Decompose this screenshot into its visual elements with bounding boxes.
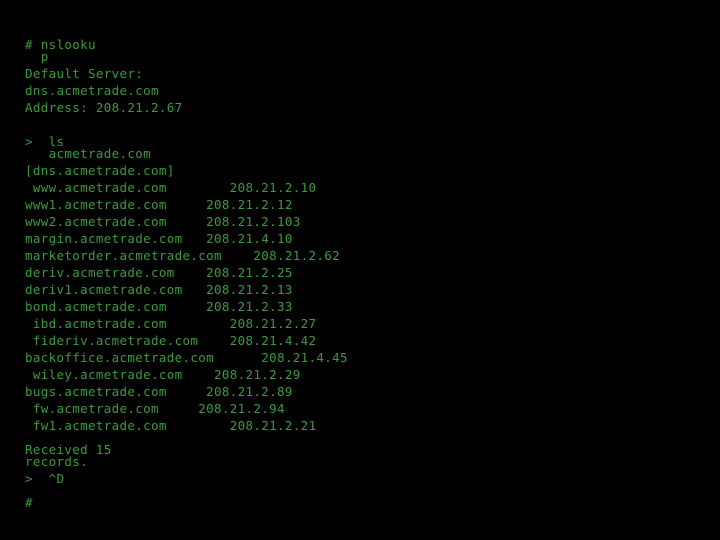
dns-record-address: 208.21.4.10	[182, 231, 293, 246]
dns-record-row: www1.acmetrade.com 208.21.2.12	[25, 196, 720, 213]
dns-record-address: 208.21.2.62	[221, 248, 341, 263]
dns-record-row: wiley.acmetrade.com 208.21.2.29	[25, 366, 720, 383]
dns-record-hostname: www.acmetrade.com	[25, 180, 167, 195]
zone-header: [dns.acmetrade.com]	[25, 163, 175, 178]
dns-record-address: 208.21.2.33	[166, 299, 293, 314]
dns-record-hostname: www1.acmetrade.com	[25, 197, 167, 212]
dns-record-address: 208.21.2.89	[166, 384, 293, 399]
terminal-window[interactable]: # nslooku p Default Server: dns.acmetrad…	[0, 0, 720, 540]
dns-record-row: backoffice.acmetrade.com 208.21.4.45	[25, 349, 720, 366]
dns-record-address: 208.21.2.29	[182, 367, 301, 382]
dns-record-address: 208.21.4.42	[198, 333, 317, 348]
dns-record-hostname: fideriv.acmetrade.com	[25, 333, 199, 348]
dns-record-row: deriv.acmetrade.com 208.21.2.25	[25, 264, 720, 281]
dns-record-row: bond.acmetrade.com 208.21.2.33	[25, 298, 720, 315]
dns-record-hostname: marketorder.acmetrade.com	[25, 248, 222, 263]
dns-record-address: 208.21.2.27	[166, 316, 317, 331]
dns-record-hostname: bond.acmetrade.com	[25, 299, 167, 314]
dns-record-row: marketorder.acmetrade.com 208.21.2.62	[25, 247, 720, 264]
dns-record-address: 208.21.2.12	[166, 197, 293, 212]
dns-record-row: fw1.acmetrade.com 208.21.2.21	[25, 417, 720, 434]
command-line-nslookup-wrap: p	[25, 49, 49, 64]
dns-record-hostname: ibd.acmetrade.com	[25, 316, 167, 331]
eof-line: > ^D	[25, 471, 65, 486]
default-server-name: dns.acmetrade.com	[25, 83, 159, 98]
dns-record-row: www.acmetrade.com 208.21.2.10	[25, 179, 720, 196]
dns-record-hostname: fw1.acmetrade.com	[25, 418, 167, 433]
default-server-label: Default Server:	[25, 66, 144, 81]
dns-record-hostname: backoffice.acmetrade.com	[25, 350, 215, 365]
dns-record-hostname: deriv1.acmetrade.com	[25, 282, 183, 297]
dns-record-address: 208.21.2.13	[182, 282, 293, 297]
dns-record-address: 208.21.2.10	[166, 180, 317, 195]
dns-record-row: bugs.acmetrade.com 208.21.2.89	[25, 383, 720, 400]
dns-record-hostname: deriv.acmetrade.com	[25, 265, 175, 280]
dns-record-hostname: wiley.acmetrade.com	[25, 367, 183, 382]
dns-record-row: www2.acmetrade.com 208.21.2.103	[25, 213, 720, 230]
spacer-line-1	[25, 116, 720, 133]
dns-record-hostname: www2.acmetrade.com	[25, 214, 167, 229]
dns-record-row: ibd.acmetrade.com 208.21.2.27	[25, 315, 720, 332]
dns-record-row: fw.acmetrade.com 208.21.2.94	[25, 400, 720, 417]
dns-record-hostname: bugs.acmetrade.com	[25, 384, 167, 399]
dns-record-address: 208.21.4.45	[214, 350, 348, 365]
final-shell-prompt: #	[25, 495, 33, 510]
dns-record-list: www.acmetrade.com 208.21.2.10 www1.acmetr…	[25, 179, 720, 434]
dns-record-address: 208.21.2.25	[174, 265, 293, 280]
dns-record-address: 208.21.2.94	[158, 401, 285, 416]
dns-record-address: 208.21.2.103	[166, 214, 301, 229]
ls-command-line-wrap: acmetrade.com	[25, 146, 152, 161]
dns-record-hostname: margin.acmetrade.com	[25, 231, 183, 246]
dns-record-hostname: fw.acmetrade.com	[25, 401, 159, 416]
default-server-address: Address: 208.21.2.67	[25, 100, 183, 115]
dns-record-row: deriv1.acmetrade.com 208.21.2.13	[25, 281, 720, 298]
dns-record-address: 208.21.2.21	[166, 418, 317, 433]
received-count-line-wrap: records.	[25, 454, 89, 469]
dns-record-row: fideriv.acmetrade.com 208.21.4.42	[25, 332, 720, 349]
dns-record-row: margin.acmetrade.com 208.21.4.10	[25, 230, 720, 247]
